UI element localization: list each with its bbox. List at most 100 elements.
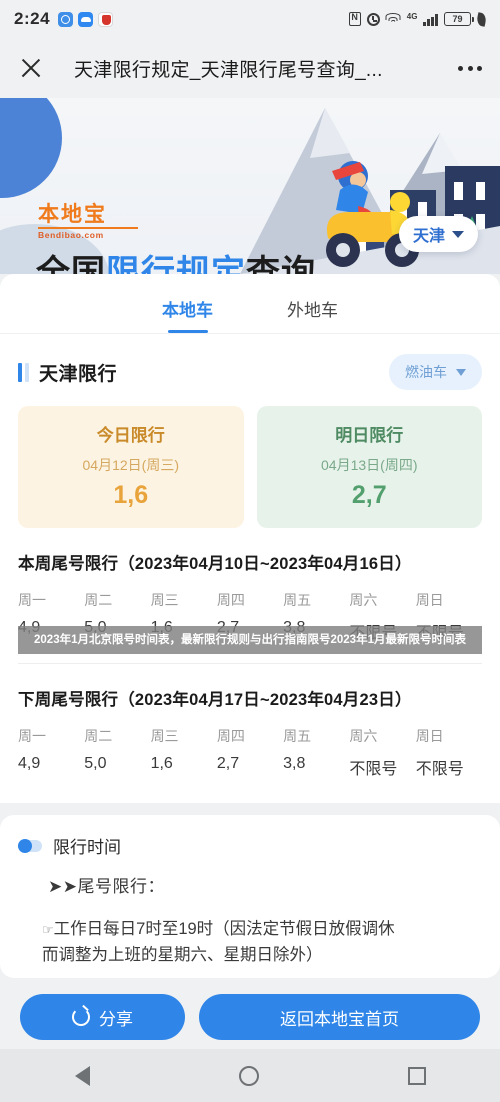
restriction-time-line2: 而调整为上班的星期六、星期日除外） xyxy=(42,945,323,964)
bottom-action-bar: 分享 返回本地宝首页 xyxy=(0,985,500,1049)
restriction-time-header: 限行时间 xyxy=(18,833,482,858)
nfc-icon xyxy=(348,12,361,26)
today-card-label: 今日限行 xyxy=(96,426,165,445)
city-selector[interactable]: 天津 xyxy=(398,216,478,252)
battery-icon: 79 xyxy=(444,12,475,26)
cloud-icon xyxy=(78,11,94,27)
red-app-icon xyxy=(98,11,114,27)
weekday-value: 5,0 xyxy=(84,755,107,772)
section-title: 天津限行 xyxy=(39,363,118,385)
signal-icon xyxy=(423,13,438,26)
network-type-label: 4G xyxy=(406,11,418,21)
home-button[interactable]: 返回本地宝首页 xyxy=(199,994,480,1040)
today-card-numbers: 1,6 xyxy=(113,481,149,509)
next-week-table: 下周尾号限行（2023年04月17日~2023年04月23日） 周一 4,9 周二… xyxy=(0,664,500,779)
home-button-label: 返回本地宝首页 xyxy=(280,1009,399,1029)
restriction-time-body: ☞工作日每日7时至19时（因法定节假日放假调休 而调整为上班的星期六、星期日除外… xyxy=(18,917,482,968)
next-week-title: 下周尾号限行（2023年04月17日~2023年04月23日） xyxy=(18,691,412,709)
share-icon xyxy=(72,1008,90,1026)
app-bar: 天津限行规定_天津限行尾号查询_... xyxy=(0,38,500,98)
hero-banner: 本地宝 Bendibao.com 全国限行规定查询 限行规定，限行时间，限行范围… xyxy=(0,98,500,274)
toggle-icon[interactable] xyxy=(18,838,42,853)
hero-title-part2: 限行规定 xyxy=(106,254,246,274)
weekday-label: 周五 xyxy=(283,728,312,744)
weekday-label: 周四 xyxy=(216,592,245,608)
week-column: 周二 5,0 xyxy=(84,726,150,779)
main-card: 本地车 外地车 天津限行 燃油车 今日限行 04月12日(周三) 1,6 明日限… xyxy=(0,274,500,803)
status-app-icons xyxy=(58,11,114,27)
hero-title: 全国限行规定查询 xyxy=(36,245,316,274)
share-button[interactable]: 分享 xyxy=(20,994,185,1040)
weekday-label: 周一 xyxy=(18,592,46,608)
alarm-icon xyxy=(366,12,380,26)
fuel-type-filter[interactable]: 燃油车 xyxy=(389,354,482,390)
restriction-time-card: 限行时间 ➤➤尾号限行： ☞工作日每日7时至19时（因法定节假日放假调休 而调整… xyxy=(0,815,500,979)
tab-local-vehicle[interactable]: 本地车 xyxy=(162,296,213,333)
weekday-label: 周六 xyxy=(349,728,378,744)
week-column: 周六不限号 xyxy=(349,726,415,779)
weekday-label: 周日 xyxy=(415,728,444,744)
phone-screen: 2:24 4G 79 天津限行规定_天津限行尾号查询_... xyxy=(0,0,500,1102)
tomorrow-restriction-card[interactable]: 明日限行 04月13日(周四) 2,7 xyxy=(256,406,482,528)
weekday-value: 3,8 xyxy=(283,755,306,772)
back-icon[interactable] xyxy=(74,1065,90,1086)
weekday-label: 周一 xyxy=(18,728,46,744)
more-options-icon[interactable] xyxy=(458,65,482,71)
weekday-label: 周三 xyxy=(150,728,179,744)
weekday-value: 1,6 xyxy=(150,755,173,772)
fuel-type-label: 燃油车 xyxy=(405,364,447,380)
weekday-label: 周二 xyxy=(84,592,113,608)
status-bar: 2:24 4G 79 xyxy=(0,0,500,38)
page-title: 天津限行规定_天津限行尾号查询_... xyxy=(74,59,383,81)
city-selector-label: 天津 xyxy=(412,228,445,245)
day-restriction-cards: 今日限行 04月12日(周三) 1,6 明日限行 04月13日(周四) 2,7 xyxy=(0,390,500,528)
weekday-value: 不限号 xyxy=(415,761,464,778)
share-button-label: 分享 xyxy=(99,1009,133,1029)
status-time: 2:24 xyxy=(14,9,51,28)
tab-bar: 本地车 外地车 xyxy=(0,274,500,334)
week-column: 周一 4,9 xyxy=(18,726,84,779)
hero-title-part3: 查询 xyxy=(246,254,316,274)
weekday-label: 周二 xyxy=(84,728,113,744)
today-card-date: 04月12日(周三) xyxy=(82,457,179,473)
week-column: 周日不限号 xyxy=(416,726,482,779)
weekday-value: 不限号 xyxy=(349,761,398,778)
page-content: 本地宝 Bendibao.com 全国限行规定查询 限行规定，限行时间，限行范围… xyxy=(0,98,500,985)
weekday-value: 2,7 xyxy=(216,755,240,772)
tomorrow-card-numbers: 2,7 xyxy=(351,481,387,509)
weekday-value: 4,9 xyxy=(18,755,41,772)
weekday-label: 周六 xyxy=(349,592,378,608)
overlay-banner: 2023年1月北京限号时间表，最新限行规则与出行指南限号2023年1月最新限号时… xyxy=(18,626,482,655)
today-restriction-card[interactable]: 今日限行 04月12日(周三) 1,6 xyxy=(18,406,244,528)
close-icon[interactable] xyxy=(18,55,44,81)
week-column: 周四 2,7 xyxy=(217,726,283,779)
chevron-down-icon xyxy=(452,230,464,238)
logo-text-cn: 本地宝 xyxy=(38,202,107,226)
home-icon[interactable] xyxy=(238,1065,259,1086)
android-nav-bar xyxy=(0,1049,500,1102)
section-marker-icon xyxy=(18,362,29,382)
tomorrow-card-date: 04月13日(周四) xyxy=(321,457,418,473)
weekday-label: 周五 xyxy=(283,592,312,608)
logo-underline xyxy=(38,227,138,229)
tab-nonlocal-vehicle[interactable]: 外地车 xyxy=(287,296,338,333)
next-week-row: 周一 4,9 周二 5,0 周三 1,6 周四 2,7 周五 3,8 周六不限号 周日不限… xyxy=(18,726,482,779)
hero-title-part1: 全国 xyxy=(36,254,106,274)
site-logo: 本地宝 Bendibao.com xyxy=(38,204,138,240)
restriction-time-title: 限行时间 xyxy=(53,838,121,857)
browser-icon xyxy=(58,11,74,27)
status-right-icons: 4G 79 xyxy=(348,11,488,27)
pointer-icon: ☞ xyxy=(42,922,54,937)
hero-decoration-circle xyxy=(0,98,62,198)
tomorrow-card-label: 明日限行 xyxy=(335,426,404,445)
restriction-time-line1: 工作日每日7时至19时（因法定节假日放假调休 xyxy=(53,920,395,938)
restriction-time-subtitle: ➤➤尾号限行： xyxy=(48,877,165,896)
weekday-label: 周四 xyxy=(216,728,245,744)
week-column: 周五 3,8 xyxy=(283,726,349,779)
current-week-title: 本周尾号限行（2023年04月10日~2023年04月16日） xyxy=(18,555,412,573)
logo-text-en: Bendibao.com xyxy=(38,230,104,240)
week-column: 周三 1,6 xyxy=(151,726,217,779)
wifi-icon xyxy=(385,13,401,25)
weekday-label: 周日 xyxy=(415,592,444,608)
recents-icon[interactable] xyxy=(407,1066,426,1085)
